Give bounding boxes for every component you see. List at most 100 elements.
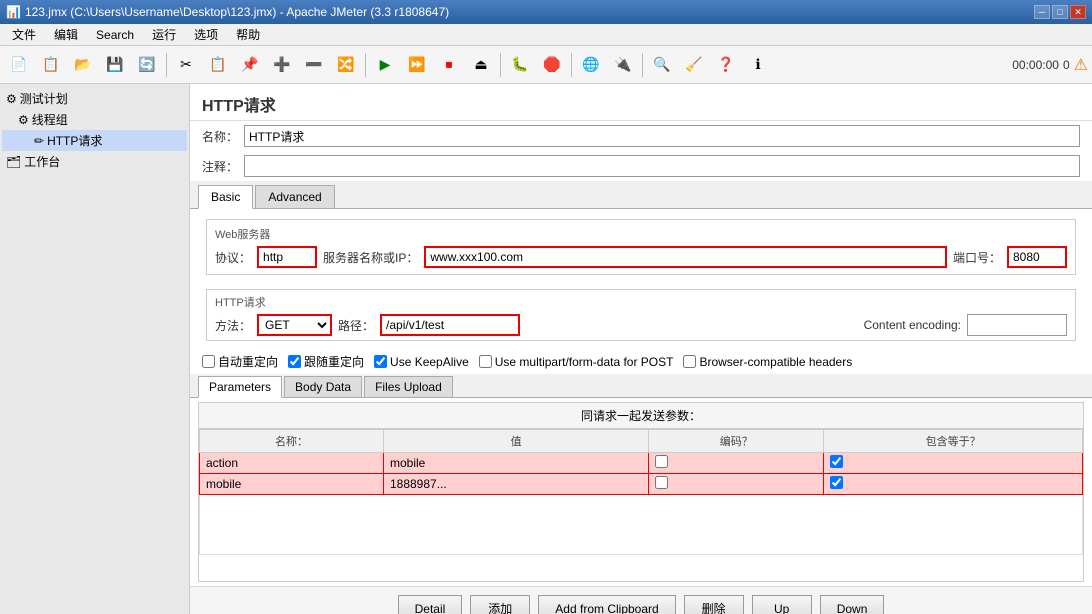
toolbar-template[interactable]: 📋 [36,50,66,80]
web-server-section: Web服务器 协议： 服务器名称或IP： 端口号： [206,219,1076,275]
auto-redirect-input[interactable] [202,355,215,368]
toolbar-start[interactable]: ▶ [370,50,400,80]
toolbar-revert[interactable]: 🔄 [132,50,162,80]
follow-redirect-checkbox[interactable]: 跟随重定向 [288,353,364,370]
method-label: 方法： [215,317,251,334]
toolbar-expand[interactable]: ➕ [267,50,297,80]
toolbar-help[interactable]: ❓ [711,50,741,80]
toolbar-copy[interactable]: 📋 [203,50,233,80]
multipart-input[interactable] [479,355,492,368]
tab-advanced[interactable]: Advanced [255,185,334,208]
menu-search[interactable]: Search [88,26,142,44]
tree-item-label: 线程组 [32,111,68,128]
col-encode: 编码？ [649,430,824,453]
toolbar-info[interactable]: ℹ [743,50,773,80]
close-button[interactable]: ✕ [1070,5,1086,19]
window-title: 123.jmx (C:\Users\Username\Desktop\123.j… [25,5,449,19]
auto-redirect-checkbox[interactable]: 自动重定向 [202,353,278,370]
toolbar-toggle[interactable]: 🔀 [331,50,361,80]
toolbar-debug[interactable]: 🐛 [505,50,535,80]
checkboxes-row: 自动重定向 跟随重定向 Use KeepAlive Use multipart/… [190,349,1092,374]
toolbar-sep5 [642,53,643,77]
keepalive-input[interactable] [374,355,387,368]
tree-item-http-request[interactable]: ✏ HTTP请求 [2,130,187,151]
toolbar-debug-stop[interactable]: 🛑 [537,50,567,80]
toolbar-stop[interactable]: ⏹ [434,50,464,80]
server-input[interactable] [424,246,947,268]
toolbar-open[interactable]: 📂 [68,50,98,80]
title-bar: 📊 123.jmx (C:\Users\Username\Desktop\123… [0,0,1092,24]
follow-redirect-input[interactable] [288,355,301,368]
table-row[interactable]: mobile 1888987... [200,474,1083,495]
path-label: 路径： [338,317,374,334]
toolbar: 📄 📋 📂 💾 🔄 ✂ 📋 📌 ➕ ➖ 🔀 ▶ ⏩ ⏹ ⏏ 🐛 🛑 🌐 🔌 🔍 … [0,46,1092,84]
param-value: mobile [383,453,648,474]
parameters-table: 名称： 值 编码？ 包含等于？ action mobile [199,429,1083,555]
elapsed-time: 00:00:00 [1012,58,1059,72]
tree-item-thread-group[interactable]: ⚙ 线程组 [2,109,187,130]
menu-run[interactable]: 运行 [144,24,184,45]
delete-button[interactable]: 删除 [684,595,744,614]
toolbar-sep2 [365,53,366,77]
detail-button[interactable]: Detail [398,595,463,614]
maximize-button[interactable]: □ [1052,5,1068,19]
add-button[interactable]: 添加 [470,595,530,614]
minimize-button[interactable]: ─ [1034,5,1050,19]
main-tab-bar: Basic Advanced [190,181,1092,209]
toolbar-shutdown[interactable]: ⏏ [466,50,496,80]
tab-basic[interactable]: Basic [198,185,253,209]
inner-tab-body-data[interactable]: Body Data [284,376,362,397]
toolbar-clear[interactable]: 🧹 [679,50,709,80]
name-row: 名称： [190,121,1092,151]
multipart-checkbox[interactable]: Use multipart/form-data for POST [479,355,674,369]
encoding-input[interactable] [967,314,1067,336]
keepalive-checkbox[interactable]: Use KeepAlive [374,355,469,369]
name-input[interactable] [244,125,1080,147]
col-value: 值 [383,430,648,453]
param-name: mobile [200,474,384,495]
param-name: action [200,453,384,474]
comment-input[interactable] [244,155,1080,177]
toolbar-start-no-pauses[interactable]: ⏩ [402,50,432,80]
table-row[interactable]: action mobile [200,453,1083,474]
browser-compat-checkbox[interactable]: Browser-compatible headers [683,355,852,369]
table-row-empty [200,495,1083,555]
toolbar-remote-stop[interactable]: 🔌 [608,50,638,80]
app-icon: 📊 [6,5,21,19]
params-area: 同请求一起发送参数： 名称： 值 编码？ 包含等于？ action [198,402,1084,582]
param-encode [649,453,824,474]
name-label: 名称： [202,128,238,145]
menu-options[interactable]: 选项 [186,24,226,45]
toolbar-remote-start[interactable]: 🌐 [576,50,606,80]
menu-help[interactable]: 帮助 [228,24,268,45]
inner-tab-files-upload[interactable]: Files Upload [364,376,453,397]
browser-compat-input[interactable] [683,355,696,368]
toolbar-save[interactable]: 💾 [100,50,130,80]
method-select[interactable]: GET POST PUT DELETE [257,314,332,336]
method-path-row: 方法： GET POST PUT DELETE 路径： Content enco… [215,314,1067,336]
http-request-icon: ✏ [34,134,44,148]
protocol-label: 协议： [215,249,251,266]
http-request-wrapper: HTTP请求 方法： GET POST PUT DELETE 路径： Conte… [190,285,1092,349]
path-input[interactable] [380,314,520,336]
test-plan-icon: ⚙ [6,92,17,106]
counter-display: 0 [1063,58,1070,72]
menu-file[interactable]: 文件 [4,24,44,45]
toolbar-paste[interactable]: 📌 [235,50,265,80]
toolbar-sep4 [571,53,572,77]
tree-item-test-plan[interactable]: ⚙ 测试计划 [2,88,187,109]
protocol-input[interactable] [257,246,317,268]
up-button[interactable]: Up [752,595,812,614]
down-button[interactable]: Down [820,595,885,614]
toolbar-cut[interactable]: ✂ [171,50,201,80]
toolbar-search[interactable]: 🔍 [647,50,677,80]
port-input[interactable] [1007,246,1067,268]
tree-item-workbench[interactable]: 🗂 工作台 [2,151,187,172]
server-row: 协议： 服务器名称或IP： 端口号： [215,246,1067,268]
menu-edit[interactable]: 编辑 [46,24,86,45]
add-from-clipboard-button[interactable]: Add from Clipboard [538,595,675,614]
window-controls: ─ □ ✕ [1034,5,1086,19]
toolbar-collapse[interactable]: ➖ [299,50,329,80]
toolbar-new[interactable]: 📄 [4,50,34,80]
inner-tab-parameters[interactable]: Parameters [198,376,282,398]
